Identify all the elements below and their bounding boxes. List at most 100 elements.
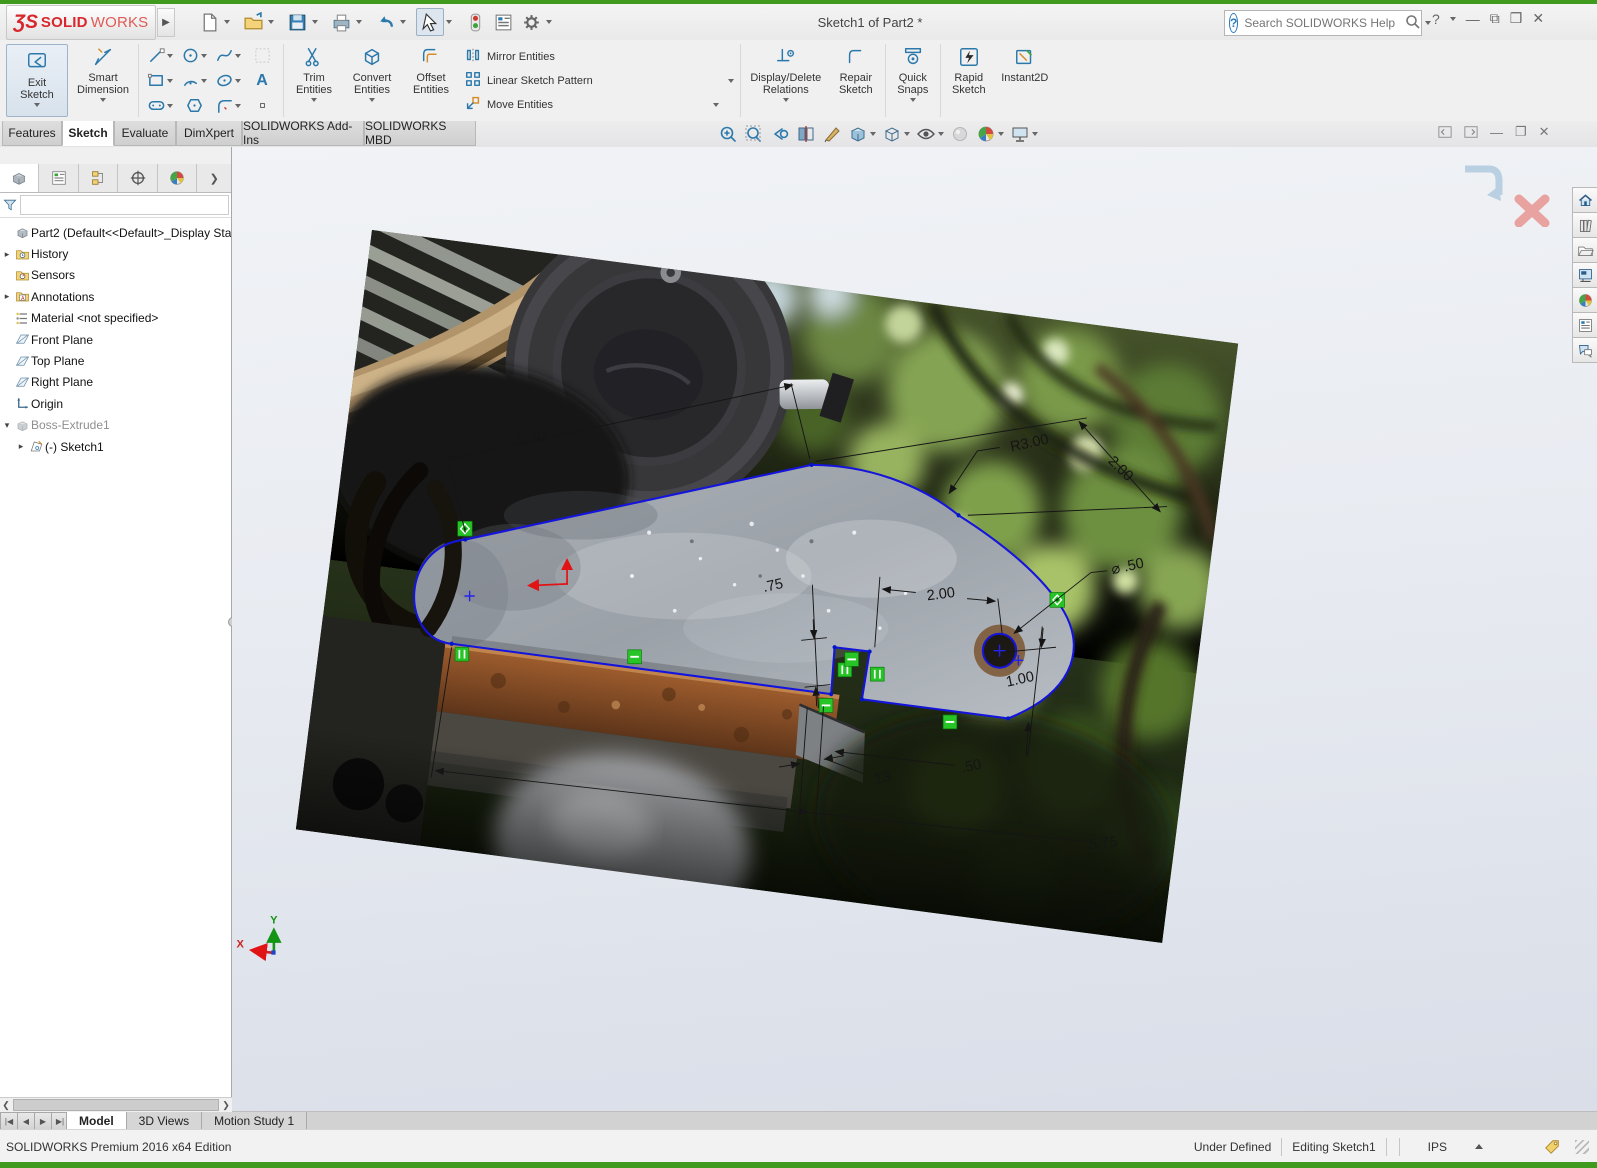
tree-filter[interactable] (0, 193, 231, 218)
smart-dimension-caret-icon[interactable] (100, 98, 106, 102)
tab-sketch[interactable]: Sketch (62, 121, 114, 146)
panel-horizontal-scrollbar[interactable]: ❮ ❯ (0, 1097, 232, 1112)
scrollbar-thumb[interactable] (13, 1099, 219, 1111)
panel-tab-overflow[interactable]: ❯ (197, 164, 231, 192)
split-left-icon[interactable] (1438, 125, 1452, 139)
line-tool-icon[interactable] (143, 43, 177, 68)
sketch-picture-ghost-icon[interactable] (245, 43, 279, 68)
tree-item-front-plane[interactable]: Front Plane (0, 329, 231, 350)
mirror-entities-button[interactable]: Mirror Entities (464, 46, 734, 67)
fillet-tool-icon[interactable] (211, 93, 245, 118)
scroll-left-icon[interactable]: ❮ (0, 1100, 12, 1111)
scroll-right-icon[interactable]: ❯ (220, 1100, 232, 1111)
new-document-icon[interactable] (196, 9, 222, 35)
restore-button[interactable]: ⧉ (1490, 10, 1500, 27)
solidworks-logo[interactable]: ƷSSOLIDWORKS (6, 5, 156, 40)
display-style-icon[interactable] (882, 124, 910, 144)
dim-5.75[interactable]: 5.75 (1088, 834, 1118, 854)
expander-icon[interactable]: ▸ (0, 291, 14, 302)
tree-item-material[interactable]: Material <not specified> (0, 308, 231, 329)
help-button[interactable]: ? (1432, 11, 1440, 27)
design-library-tab[interactable] (1572, 237, 1597, 263)
move-entities-button[interactable]: Move Entities (464, 94, 734, 115)
tab-3d-views[interactable]: 3D Views (126, 1112, 202, 1130)
tree-item-boss-extrude[interactable]: ▾ Boss-Extrude1 (0, 415, 231, 436)
expander-icon[interactable]: ▸ (14, 441, 28, 452)
display-delete-relations-button[interactable]: Display/Delete Relations (743, 40, 829, 121)
view-orientation-icon[interactable] (848, 124, 876, 144)
exit-sketch-caret-icon[interactable] (34, 103, 40, 107)
home-tab[interactable] (1572, 187, 1597, 213)
tag-icon[interactable] (1543, 1138, 1561, 1156)
resize-grip[interactable] (1575, 1140, 1589, 1154)
tree-item-origin[interactable]: Origin (0, 393, 231, 414)
polygon-tool-icon[interactable] (177, 93, 211, 118)
view-settings-icon[interactable] (1010, 124, 1038, 144)
options-caret-icon[interactable] (546, 20, 552, 24)
open-document-icon[interactable] (240, 9, 266, 35)
slot-tool-icon[interactable] (143, 93, 177, 118)
dynamic-annotation-views-icon[interactable] (822, 124, 842, 144)
offset-entities-button[interactable]: Offset Entities (402, 40, 460, 121)
help-caret-icon[interactable] (1450, 17, 1456, 21)
previous-view-icon[interactable] (770, 124, 790, 144)
forum-tab[interactable] (1572, 337, 1597, 363)
quick-snaps-caret-icon[interactable] (910, 98, 916, 102)
doc-minimize-button[interactable]: — (1490, 125, 1503, 140)
units-caret-icon[interactable] (1475, 1144, 1483, 1149)
configurationmanager-tab[interactable] (79, 164, 118, 192)
ellipse-tool-icon[interactable] (211, 68, 245, 93)
tree-item-sketch1[interactable]: ▸ (-) Sketch1 (0, 436, 231, 457)
expander-icon[interactable]: ▸ (0, 249, 14, 260)
tab-addins[interactable]: SOLIDWORKS Add-Ins (242, 121, 364, 146)
arc-tool-icon[interactable] (177, 68, 211, 93)
save-caret-icon[interactable] (312, 20, 318, 24)
tree-item-right-plane[interactable]: Right Plane (0, 372, 231, 393)
new-caret-icon[interactable] (224, 20, 230, 24)
exit-sketch-button[interactable]: Exit Sketch (6, 44, 68, 117)
search-caret-icon[interactable] (1425, 21, 1431, 25)
resources-tab[interactable] (1572, 212, 1597, 238)
convert-caret-icon[interactable] (369, 98, 375, 102)
trim-caret-icon[interactable] (311, 98, 317, 102)
tab-evaluate[interactable]: Evaluate (114, 121, 176, 146)
dimxpertmanager-tab[interactable] (118, 164, 157, 192)
doc-restore-button[interactable]: ❐ (1515, 124, 1527, 140)
rebuild-icon[interactable] (462, 9, 488, 35)
menu-flyout-button[interactable]: ▶ (157, 8, 175, 37)
evaluate-list-icon[interactable] (490, 9, 516, 35)
units-selector[interactable]: IPS (1428, 1140, 1447, 1154)
select-tool-icon[interactable] (416, 8, 444, 36)
zoom-area-icon[interactable] (744, 124, 764, 144)
propertymanager-tab[interactable] (39, 164, 78, 192)
tree-item-sensors[interactable]: Sensors (0, 265, 231, 286)
search-icon[interactable] (1405, 14, 1421, 33)
move-entities-caret-icon[interactable] (713, 103, 719, 107)
undo-icon[interactable] (372, 9, 398, 35)
rectangle-tool-icon[interactable] (143, 68, 177, 93)
cancel-sketch-icon[interactable] (1519, 199, 1545, 223)
circle-tool-icon[interactable] (177, 43, 211, 68)
maximize-button[interactable]: ❒ (1510, 10, 1523, 27)
tab-mbd[interactable]: SOLIDWORKS MBD (364, 121, 476, 146)
hide-show-items-icon[interactable] (916, 124, 944, 144)
tab-features[interactable]: Features (2, 121, 62, 146)
quick-snaps-button[interactable]: Quick Snaps (888, 40, 938, 121)
text-tool-icon[interactable]: A (245, 68, 279, 93)
custom-properties-tab[interactable] (1572, 312, 1597, 338)
linear-pattern-caret-icon[interactable] (728, 79, 734, 83)
graphics-viewport[interactable]: 5.50 R3.00 2.00 ⌀ .50 2.00 .75 1.00 .13 … (232, 147, 1597, 1111)
convert-entities-button[interactable]: Convert Entities (342, 40, 402, 121)
dim-2.00-mid[interactable]: 2.00 (926, 585, 956, 605)
smart-dimension-button[interactable]: Smart Dimension (70, 40, 136, 121)
featuremanager-tab[interactable] (0, 164, 39, 192)
print-icon[interactable] (328, 9, 354, 35)
graphics-canvas[interactable]: 5.50 R3.00 2.00 ⌀ .50 2.00 .75 1.00 .13 … (232, 147, 1597, 1111)
tab-motion-study[interactable]: Motion Study 1 (201, 1112, 307, 1130)
linear-pattern-button[interactable]: Linear Sketch Pattern (464, 70, 734, 91)
options-gear-icon[interactable] (518, 9, 544, 35)
spline-tool-icon[interactable] (211, 43, 245, 68)
doc-close-button[interactable]: ✕ (1539, 124, 1550, 140)
open-caret-icon[interactable] (268, 20, 274, 24)
display-delete-caret-icon[interactable] (783, 98, 789, 102)
